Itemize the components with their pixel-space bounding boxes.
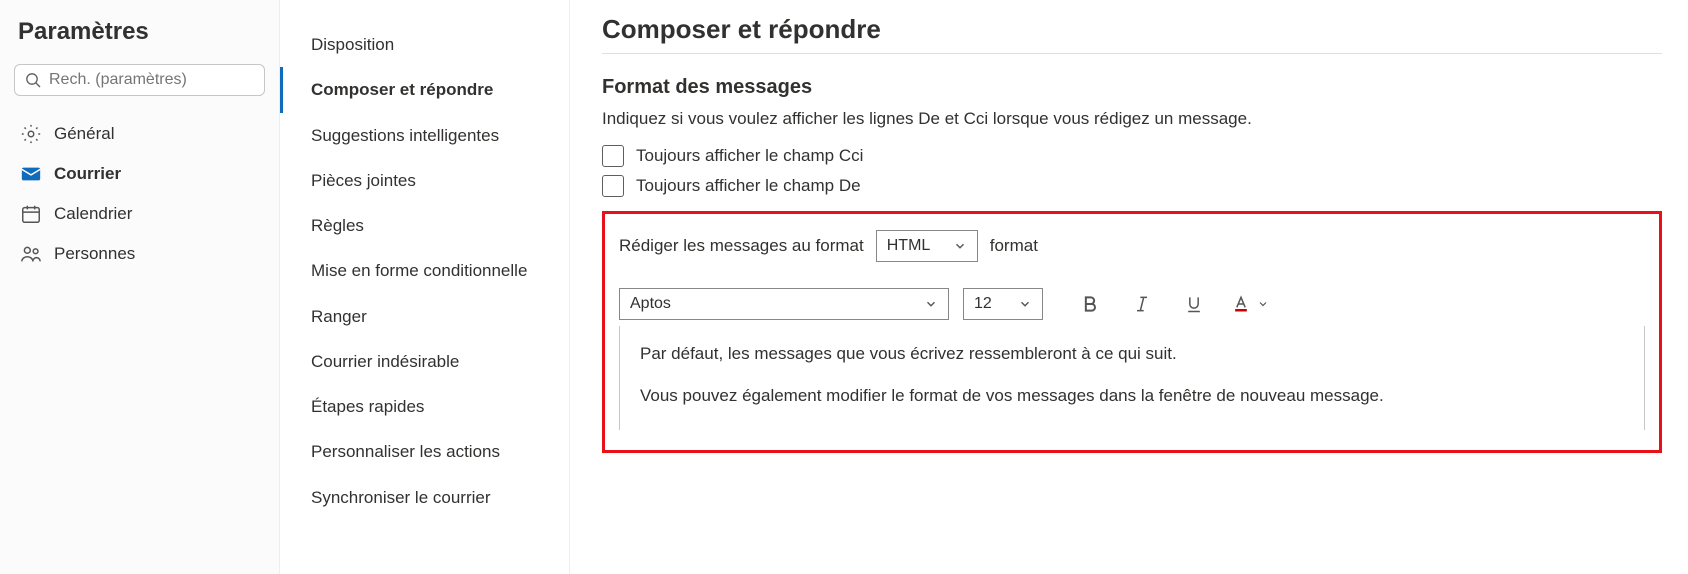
- compose-format-prefix: Rédiger les messages au format: [619, 236, 864, 256]
- mail-icon: [20, 163, 42, 185]
- sidebar-item-label: Calendrier: [54, 204, 132, 224]
- subnav-compose-reply[interactable]: Composer et répondre: [280, 67, 569, 112]
- format-preview: Par défaut, les messages que vous écrive…: [619, 326, 1645, 430]
- underline-icon: [1184, 294, 1204, 314]
- sidebar-item-label: Courrier: [54, 164, 121, 184]
- font-family-value: Aptos: [630, 295, 671, 313]
- sidebar-item-label: Personnes: [54, 244, 135, 264]
- preview-line: Vous pouvez également modifier le format…: [640, 386, 1630, 406]
- search-icon: [25, 72, 41, 88]
- people-icon: [20, 243, 42, 265]
- bold-icon: [1080, 294, 1100, 314]
- italic-button[interactable]: [1123, 286, 1161, 322]
- format-select[interactable]: HTML: [876, 230, 978, 262]
- chevron-down-icon: [1018, 297, 1032, 311]
- search-box[interactable]: [14, 64, 265, 96]
- sidebar-item-label: Général: [54, 124, 114, 144]
- subnav-sweep[interactable]: Ranger: [280, 294, 569, 339]
- sidebar-item-mail[interactable]: Courrier: [14, 154, 265, 194]
- checkbox-row-bcc[interactable]: Toujours afficher le champ Cci: [602, 145, 1662, 167]
- bold-button[interactable]: [1071, 286, 1109, 322]
- checkbox-label: Toujours afficher le champ De: [636, 176, 861, 196]
- settings-subnav: Disposition Composer et répondre Suggest…: [280, 0, 570, 574]
- chevron-down-icon: [924, 297, 938, 311]
- divider: [602, 53, 1662, 54]
- italic-icon: [1132, 294, 1152, 314]
- checkbox-row-from[interactable]: Toujours afficher le champ De: [602, 175, 1662, 197]
- checkbox-bcc[interactable]: [602, 145, 624, 167]
- underline-button[interactable]: [1175, 286, 1213, 322]
- font-color-icon: [1231, 294, 1251, 314]
- format-row: Rédiger les messages au format HTML form…: [619, 230, 1645, 262]
- font-family-select[interactable]: Aptos: [619, 288, 949, 320]
- format-select-value: HTML: [887, 237, 931, 255]
- checkbox-from[interactable]: [602, 175, 624, 197]
- font-size-select[interactable]: 12: [963, 288, 1043, 320]
- subnav-quick-steps[interactable]: Étapes rapides: [280, 384, 569, 429]
- subnav-rules[interactable]: Règles: [280, 203, 569, 248]
- preview-line: Par défaut, les messages que vous écrive…: [640, 344, 1630, 364]
- section-title: Format des messages: [602, 76, 1662, 99]
- checkbox-label: Toujours afficher le champ Cci: [636, 146, 863, 166]
- sidebar-item-general[interactable]: Général: [14, 114, 265, 154]
- page-title: Composer et répondre: [602, 14, 1662, 45]
- subnav-attachments[interactable]: Pièces jointes: [280, 158, 569, 203]
- subnav-smart-suggestions[interactable]: Suggestions intelligentes: [280, 113, 569, 158]
- subnav-junk[interactable]: Courrier indésirable: [280, 339, 569, 384]
- settings-content: Composer et répondre Format des messages…: [570, 0, 1688, 574]
- sidebar-item-people[interactable]: Personnes: [14, 234, 265, 274]
- format-toolbar: Aptos 12: [619, 286, 1645, 322]
- subnav-disposition[interactable]: Disposition: [280, 22, 569, 67]
- search-input[interactable]: [49, 71, 254, 89]
- subnav-conditional-formatting[interactable]: Mise en forme conditionnelle: [280, 248, 569, 293]
- chevron-down-icon: [953, 239, 967, 253]
- gear-icon: [20, 123, 42, 145]
- subnav-sync-mail[interactable]: Synchroniser le courrier: [280, 475, 569, 520]
- font-size-value: 12: [974, 295, 992, 313]
- settings-sidebar: Paramètres Général Courrier Calendrier P…: [0, 0, 280, 574]
- compose-format-suffix: format: [990, 236, 1038, 256]
- calendar-icon: [20, 203, 42, 225]
- font-color-button[interactable]: [1227, 286, 1273, 322]
- section-description: Indiquez si vous voulez afficher les lig…: [602, 109, 1662, 129]
- highlight-box: Rédiger les messages au format HTML form…: [602, 211, 1662, 453]
- subnav-customize-actions[interactable]: Personnaliser les actions: [280, 429, 569, 474]
- sidebar-item-calendar[interactable]: Calendrier: [14, 194, 265, 234]
- settings-title: Paramètres: [14, 18, 265, 46]
- chevron-down-icon: [1257, 298, 1269, 310]
